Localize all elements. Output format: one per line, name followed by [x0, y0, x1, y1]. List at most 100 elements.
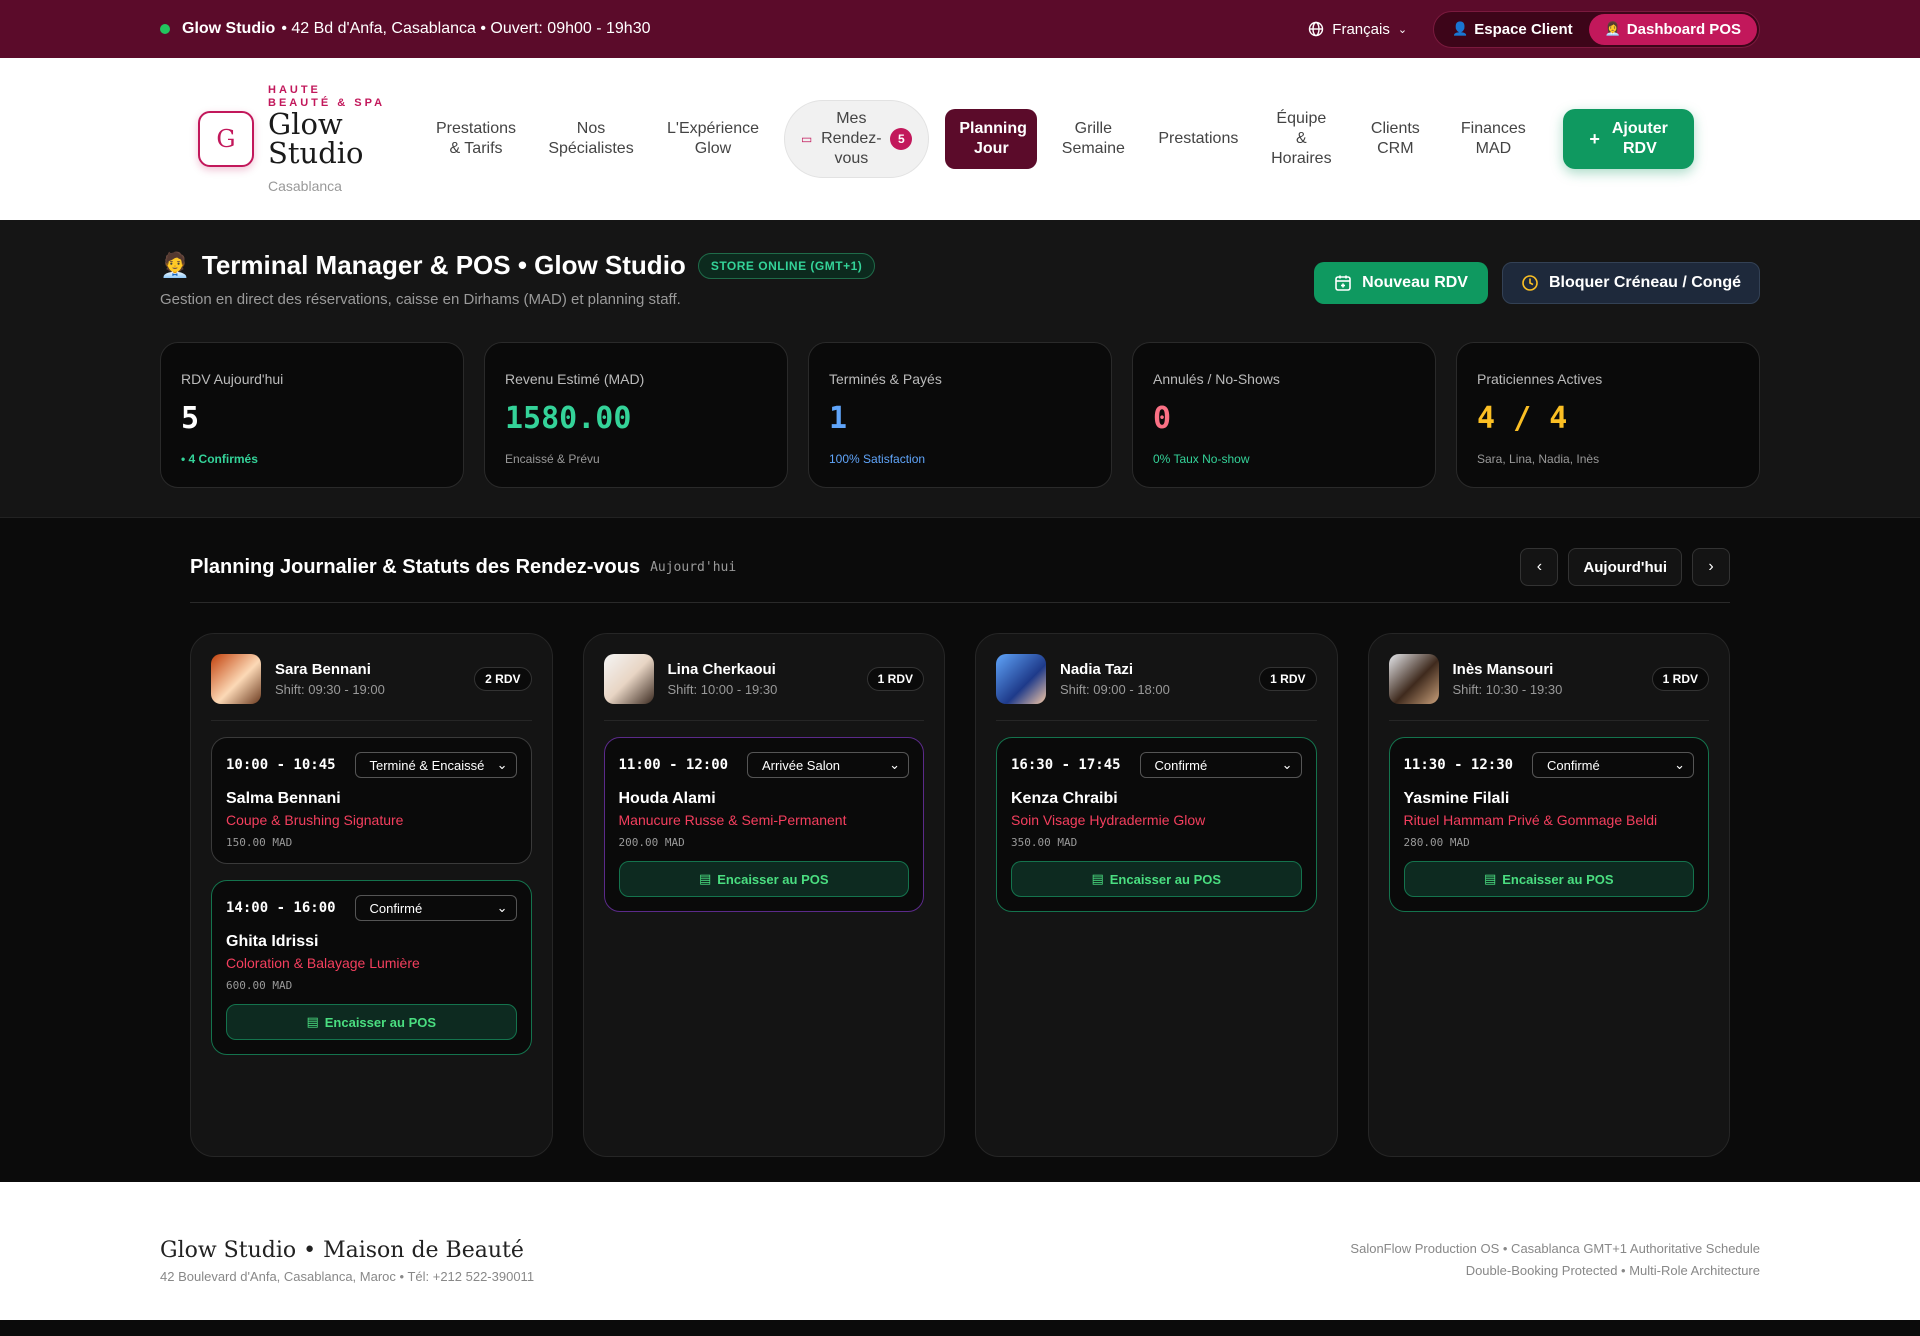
nav-experience-glow[interactable]: L'Expérience Glow — [650, 119, 776, 159]
staff-header: Inès Mansouri Shift: 10:30 - 19:30 1 RDV — [1388, 654, 1709, 721]
encaisser-pos-button[interactable]: ▤ Encaisser au POS — [226, 1004, 517, 1040]
staff-column: Inès Mansouri Shift: 10:30 - 19:30 1 RDV 11… — [1367, 633, 1730, 1157]
stat-value: 1580.00 — [505, 401, 632, 436]
stat-card-completed: Terminés & Payés 1 100% Satisfaction — [808, 342, 1112, 488]
daily-planning: Planning Journalier & Statuts des Rendez… — [0, 518, 1920, 1182]
espace-client-label: Espace Client — [1474, 20, 1573, 38]
nav-planning-jour[interactable]: Planning Jour — [945, 109, 1038, 169]
stat-value: 5 — [181, 401, 200, 436]
status-select[interactable]: Confirmé ⌄ — [354, 895, 517, 921]
nav-clients-crm[interactable]: Clients CRM — [1347, 119, 1443, 159]
nav-prestations[interactable]: Prestations — [1141, 129, 1255, 149]
client-name: Houda Alami — [618, 790, 716, 807]
chevron-down-icon: ⌄ — [889, 757, 900, 772]
encaisser-pos-button[interactable]: ▤ Encaisser au POS — [1403, 861, 1694, 897]
nav-grille-semaine[interactable]: Grille Semaine — [1045, 119, 1141, 159]
logo-name: Glow Studio — [268, 107, 364, 170]
logo[interactable]: G HAUTE BEAUTÉ & SPA Glow Studio Casabla… — [198, 84, 408, 194]
avatar — [996, 654, 1046, 704]
status-select[interactable]: Arrivée Salon ⌄ — [747, 752, 909, 778]
appointment-card[interactable]: 11:30 - 12:30 Confirmé ⌄ Yasmine Filali Ritu… — [1388, 737, 1709, 912]
store-status-badge: STORE ONLINE (GMT+1) — [697, 252, 876, 279]
appointment-time: 10:00 - 10:45 — [226, 757, 336, 773]
espace-client-button[interactable]: 👤 Espace Client — [1436, 14, 1589, 45]
service-name: Coupe & Brushing Signature — [226, 812, 404, 828]
service-price: 150.00 MAD — [226, 836, 293, 849]
service-name: Soin Visage Hydradermie Glow — [1011, 812, 1206, 828]
chevron-down-icon: ⌄ — [496, 900, 508, 915]
dashboard-pos-button[interactable]: 👩‍💼 Dashboard POS — [1588, 13, 1757, 45]
appointment-card[interactable]: 16:30 - 17:45 Confirmé ⌄ Kenza Chraibi Soin … — [996, 737, 1317, 912]
receipt-icon: ▤ — [306, 1014, 319, 1029]
next-day-button[interactable]: › — [1692, 548, 1730, 586]
stat-label: RDV Aujourd'hui — [181, 371, 284, 387]
footer-line-2: Double-Booking Protected • Multi-Role Ar… — [1465, 1263, 1760, 1278]
stat-card-rdv-today: RDV Aujourd'hui 5 • 4 Confirmés — [160, 342, 464, 488]
logo-mark: G — [198, 111, 254, 167]
staff-shift: Shift: 09:00 - 18:00 — [1060, 682, 1170, 697]
language-selector[interactable]: Français ⌄ — [1298, 15, 1417, 44]
service-name: Coloration & Balayage Lumière — [226, 955, 420, 971]
online-status-dot — [160, 24, 170, 34]
clock-icon — [1522, 275, 1538, 291]
chevron-down-icon: ⌄ — [1674, 757, 1685, 772]
avatar — [1388, 654, 1439, 704]
staff-shift: Shift: 09:30 - 19:00 — [275, 682, 385, 697]
nav-mes-rendez-vous[interactable]: ▭ Mes Rendez-vous 5 — [784, 100, 930, 178]
new-rdv-label: Nouveau RDV — [1362, 274, 1468, 291]
rdv-count-badge: 1 RDV — [1651, 667, 1709, 691]
role-switcher: 👤 Espace Client 👩‍💼 Dashboard POS — [1433, 10, 1760, 48]
today-button[interactable]: Aujourd'hui — [1568, 548, 1682, 586]
status-value: Confirmé — [1547, 757, 1600, 773]
manager-icon: 👩‍💼 — [1604, 21, 1621, 36]
footer-address: 42 Boulevard d'Anfa, Casablanca, Maroc •… — [160, 1269, 535, 1284]
status-select[interactable]: Confirmé ⌄ — [1532, 752, 1694, 778]
receipt-icon: ▤ — [1091, 871, 1104, 886]
appointment-card[interactable]: 11:00 - 12:00 Arrivée Salon ⌄ Houda Alami Ma… — [603, 737, 924, 912]
encaisser-pos-label: Encaisser au POS — [1109, 871, 1222, 887]
chevron-down-icon: ⌄ — [496, 757, 508, 772]
nav-mes-rendez-vous-label: Mes Rendez-vous — [821, 110, 882, 167]
stat-label: Praticiennes Actives — [1477, 371, 1603, 387]
footer-brand: Glow Studio • Maison de Beauté — [160, 1238, 524, 1263]
avatar — [603, 654, 654, 704]
top-info-bar: Glow Studio • 42 Bd d'Anfa, Casablanca •… — [0, 0, 1920, 58]
prev-day-button[interactable]: ‹ — [1520, 548, 1559, 586]
staff-header: Sara Bennani Shift: 09:30 - 19:00 2 RDV — [211, 654, 532, 721]
encaisser-pos-button[interactable]: ▤ Encaisser au POS — [618, 861, 909, 897]
stat-card-practitioners: Praticiennes Actives 4 / 4 Sara, Lina, N… — [1456, 342, 1760, 488]
calendar-plus-icon — [1335, 275, 1351, 291]
staff-column: Lina Cherkaoui Shift: 10:00 - 19:30 1 RDV 1… — [582, 633, 945, 1157]
block-slot-button[interactable]: Bloquer Créneau / Congé — [1501, 262, 1760, 304]
appointment-time: 11:00 - 12:00 — [618, 757, 729, 773]
chevron-down-icon: ⌄ — [1281, 757, 1293, 772]
staff-shift: Shift: 10:30 - 19:30 — [1452, 682, 1563, 697]
nav-finances-mad[interactable]: Finances MAD — [1443, 119, 1543, 159]
rdv-count-badge: 5 — [890, 128, 913, 150]
nav-equipe-horaires[interactable]: Équipe & Horaires — [1255, 109, 1347, 169]
nav-prestations-tarifs[interactable]: Prestations & Tarifs — [420, 119, 532, 159]
add-rdv-button[interactable]: + Ajouter RDV — [1563, 109, 1694, 169]
status-select[interactable]: Terminé & Encaissé ⌄ — [354, 752, 517, 778]
status-value: Confirmé — [369, 900, 423, 916]
rdv-count-badge: 1 RDV — [866, 667, 924, 691]
block-slot-label: Bloquer Créneau / Congé — [1548, 274, 1741, 291]
service-price: 600.00 MAD — [226, 979, 293, 992]
appointment-card[interactable]: 10:00 - 10:45 Terminé & Encaissé ⌄ Salma Be… — [211, 737, 532, 864]
appointment-card[interactable]: 14:00 - 16:00 Confirmé ⌄ Ghita Idrissi Color… — [211, 880, 532, 1055]
service-name: Manucure Russe & Semi-Permanent — [618, 812, 847, 828]
manager-icon: 🧑‍💼 — [160, 252, 190, 279]
page-title: Terminal Manager & POS • Glow Studio — [201, 250, 686, 280]
encaisser-pos-button[interactable]: ▤ Encaisser au POS — [1011, 861, 1302, 897]
staff-columns: Sara Bennani Shift: 09:30 - 19:00 2 RDV 10:… — [190, 633, 1730, 1157]
nav-menu: Prestations & Tarifs Nos Spécialistes L'… — [420, 100, 1694, 178]
new-rdv-button[interactable]: Nouveau RDV — [1314, 262, 1488, 304]
status-select[interactable]: Confirmé ⌄ — [1139, 752, 1302, 778]
appointment-time: 16:30 - 17:45 — [1011, 757, 1121, 773]
status-value: Terminé & Encaissé — [369, 757, 485, 773]
nav-specialistes[interactable]: Nos Spécialistes — [532, 119, 650, 159]
encaisser-pos-label: Encaisser au POS — [717, 871, 829, 887]
status-value: Confirmé — [1154, 757, 1208, 773]
stats-row: RDV Aujourd'hui 5 • 4 Confirmés Revenu E… — [160, 342, 1760, 488]
appointment-time: 11:30 - 12:30 — [1403, 757, 1514, 773]
